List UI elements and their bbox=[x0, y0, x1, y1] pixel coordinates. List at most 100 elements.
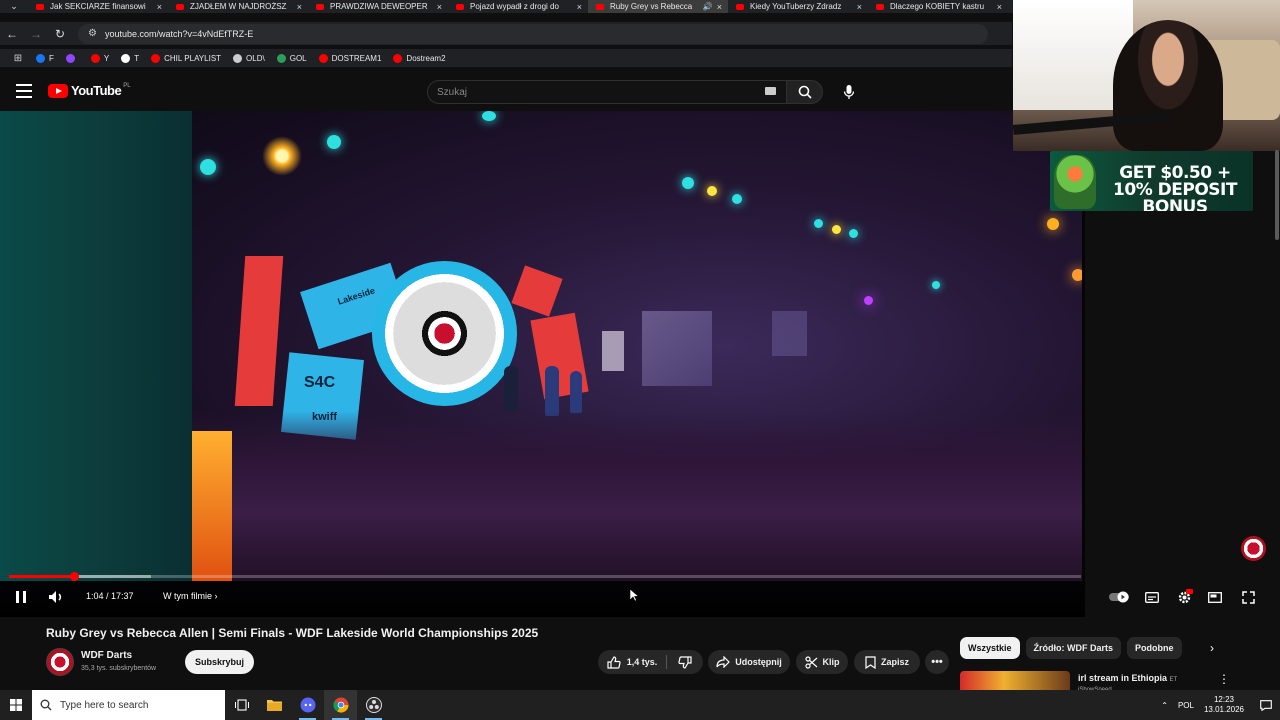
recommendation-more-icon[interactable]: ⋮ bbox=[1218, 672, 1230, 686]
pause-icon bbox=[16, 591, 26, 603]
subscribe-button[interactable]: Subskrybuj bbox=[185, 650, 254, 674]
taskbar-search-input[interactable]: Type here to search bbox=[32, 690, 225, 720]
channel-avatar[interactable] bbox=[46, 648, 74, 676]
close-tab-icon[interactable]: × bbox=[717, 2, 722, 12]
bookmark-item[interactable]: CHIL PLAYLIST bbox=[151, 53, 221, 63]
thumbs-down-icon bbox=[678, 655, 692, 669]
obs-icon bbox=[365, 697, 382, 713]
page-scrollbar[interactable] bbox=[1275, 150, 1279, 240]
speaker-icon[interactable]: 🔊 bbox=[703, 2, 713, 11]
pause-button[interactable] bbox=[12, 588, 30, 606]
close-tab-icon[interactable]: × bbox=[157, 2, 162, 12]
browser-tab[interactable]: Ruby Grey vs Rebecca 🔊 × bbox=[588, 0, 728, 13]
close-tab-icon[interactable]: × bbox=[997, 2, 1002, 12]
filter-chip[interactable]: Źródło: WDF Darts bbox=[1025, 637, 1122, 659]
x-icon bbox=[121, 53, 131, 63]
chips-next-button[interactable]: › bbox=[1203, 639, 1221, 657]
more-actions-button[interactable]: ••• bbox=[925, 650, 949, 674]
volume-button[interactable] bbox=[46, 588, 66, 606]
keyboard-icon[interactable] bbox=[765, 87, 776, 95]
clip-button[interactable]: Klip bbox=[796, 650, 848, 674]
bookmark-item[interactable]: F bbox=[36, 53, 54, 63]
back-icon[interactable]: ← bbox=[0, 27, 24, 41]
bookmark-item[interactable]: Y bbox=[90, 53, 109, 63]
bookmark-item[interactable]: T bbox=[121, 53, 140, 63]
apps-grid-icon[interactable]: ⊞ bbox=[0, 53, 36, 64]
subtitles-button[interactable] bbox=[1143, 588, 1161, 606]
bookmark-label: T bbox=[134, 53, 140, 63]
browser-tab[interactable]: Dlaczego KOBIETY kastru × bbox=[868, 0, 1008, 13]
channel-watermark[interactable] bbox=[1241, 536, 1266, 561]
save-button[interactable]: Zapisz bbox=[854, 650, 920, 674]
seek-handle[interactable] bbox=[69, 572, 79, 581]
language-indicator[interactable]: POL bbox=[1178, 701, 1194, 710]
mascot-image bbox=[1054, 155, 1096, 209]
close-tab-icon[interactable]: × bbox=[857, 2, 862, 12]
bookmark-item[interactable]: Dostream2 bbox=[393, 53, 446, 63]
search-button[interactable] bbox=[787, 80, 823, 104]
browser-tab[interactable]: PRAWDZIWA DEWEOPER × bbox=[308, 0, 448, 13]
filter-chip[interactable]: Wszystkie bbox=[960, 637, 1020, 659]
browser-tab[interactable]: Kiedy YouTuberzy Zdradz × bbox=[728, 0, 868, 13]
dislike-button[interactable] bbox=[667, 650, 703, 674]
clock[interactable]: 12:23 13.01.2026 bbox=[1204, 695, 1244, 715]
search-input[interactable]: Szukaj bbox=[427, 80, 787, 104]
fullscreen-button[interactable] bbox=[1239, 588, 1257, 606]
tab-title: Ruby Grey vs Rebecca bbox=[610, 2, 693, 11]
site-info-icon[interactable]: ⚙ bbox=[88, 28, 97, 39]
video-player[interactable]: Lakeside S4C kwiff bbox=[0, 111, 1085, 617]
recommendation-thumbnail[interactable] bbox=[960, 671, 1070, 691]
channel-name[interactable]: WDF Darts bbox=[81, 650, 132, 661]
browser-tab[interactable]: Jak SEKCIARZE finansowi × bbox=[28, 0, 168, 13]
bookmark-item[interactable]: OLD\ bbox=[233, 53, 265, 63]
s4c-logo: S4C bbox=[304, 374, 336, 391]
reload-icon[interactable]: ↻ bbox=[48, 27, 72, 41]
chrome-button[interactable] bbox=[324, 690, 357, 720]
bookmark-item[interactable]: DOSTREAM1 bbox=[318, 53, 381, 63]
chapters-button[interactable]: W tym filmie › bbox=[163, 591, 218, 601]
close-tab-icon[interactable]: × bbox=[577, 2, 582, 12]
browser-toolbar: ← → ↻ ⚙ youtube.com/watch?v=4vNdEfTRZ-E bbox=[0, 22, 1012, 45]
like-button[interactable]: 1,4 tys. bbox=[598, 650, 666, 674]
bookmark-item[interactable] bbox=[65, 53, 79, 63]
filter-chip[interactable]: Podobne bbox=[1127, 637, 1182, 659]
autoplay-icon bbox=[1109, 591, 1129, 603]
close-tab-icon[interactable]: × bbox=[297, 2, 302, 12]
obs-button[interactable] bbox=[357, 690, 390, 720]
chevron-right-icon: › bbox=[214, 591, 218, 601]
streamer-webcam bbox=[1013, 0, 1280, 151]
tab-title: Dlaczego KOBIETY kastru bbox=[890, 2, 985, 11]
tab-title: ZJADŁEM W NAJDROŻSZ bbox=[190, 2, 287, 11]
forward-icon[interactable]: → bbox=[24, 27, 48, 41]
played-bar bbox=[9, 575, 74, 578]
browser-tab[interactable]: ZJADŁEM W NAJDROŻSZ × bbox=[168, 0, 308, 13]
autoplay-toggle[interactable] bbox=[1109, 588, 1131, 606]
start-button[interactable] bbox=[0, 690, 32, 720]
menu-icon[interactable] bbox=[16, 84, 32, 98]
youtube-icon bbox=[318, 53, 328, 63]
tab-title: Pojazd wypadł z drogi do bbox=[470, 2, 559, 11]
bookmark-item[interactable]: GOL bbox=[276, 53, 307, 63]
tab-search-icon[interactable]: ⌄ bbox=[0, 0, 28, 13]
browser-tab[interactable]: Pojazd wypadł z drogi do × bbox=[448, 0, 588, 13]
miniplayer-icon bbox=[1208, 591, 1222, 603]
bookmarks-bar: ⊞ F Y T CHIL PLAYLIST OLD\ GOL DOSTREAM1 Dostre… bbox=[0, 49, 1012, 67]
discord-button[interactable] bbox=[291, 690, 324, 720]
share-button[interactable]: Udostępnij bbox=[708, 650, 790, 674]
crowd bbox=[192, 411, 1082, 581]
youtube-icon bbox=[151, 53, 161, 63]
tab-title: Jak SEKCIARZE finansowi bbox=[50, 2, 146, 11]
youtube-favicon-icon bbox=[316, 3, 324, 10]
chevron-up-icon[interactable]: ⌃ bbox=[1161, 701, 1168, 710]
close-tab-icon[interactable]: × bbox=[437, 2, 442, 12]
file-explorer-button[interactable] bbox=[258, 690, 291, 720]
miniplayer-button[interactable] bbox=[1206, 588, 1224, 606]
settings-button[interactable] bbox=[1174, 588, 1194, 606]
seek-bar[interactable] bbox=[9, 572, 1081, 581]
facebook-icon bbox=[36, 53, 45, 63]
youtube-logo[interactable]: YouTube PL bbox=[48, 83, 131, 98]
task-view-button[interactable] bbox=[225, 690, 258, 720]
notifications-icon[interactable] bbox=[1256, 699, 1276, 711]
voice-search-button[interactable] bbox=[836, 80, 862, 104]
address-bar[interactable]: ⚙ youtube.com/watch?v=4vNdEfTRZ-E bbox=[78, 23, 988, 44]
